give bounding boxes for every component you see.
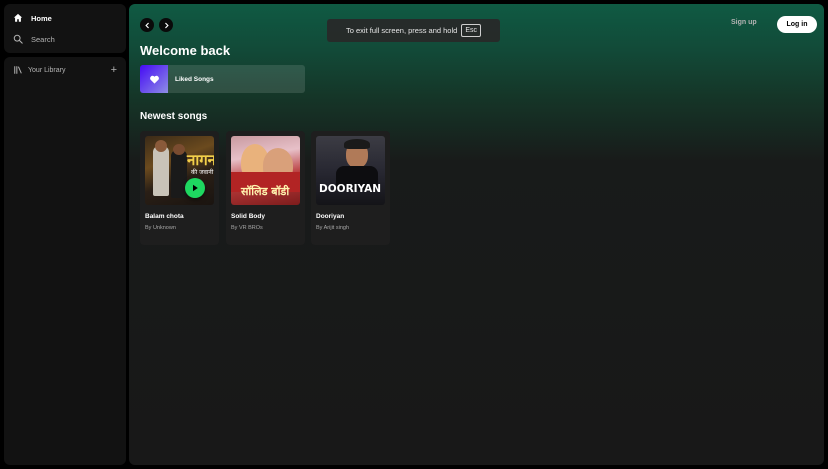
- esc-key: Esc: [461, 24, 481, 37]
- library-icon: [14, 66, 22, 74]
- cover-title-text: DOORIYAN: [319, 183, 382, 195]
- play-icon: [193, 184, 198, 192]
- chevron-left-icon: [144, 22, 149, 28]
- page-title: Welcome back: [140, 43, 231, 58]
- cover-subtitle-text: की जवानी: [191, 169, 214, 176]
- liked-songs-shortcut[interactable]: Liked Songs: [140, 65, 305, 93]
- sidebar-item-label: Search: [31, 34, 55, 44]
- library-label: Your Library: [28, 66, 66, 74]
- section-title: Newest songs: [140, 111, 208, 122]
- sidebar-item-home[interactable]: Home: [13, 10, 52, 26]
- home-icon: [13, 13, 23, 22]
- search-icon: [13, 34, 23, 44]
- library-header[interactable]: Your Library +: [13, 64, 117, 76]
- song-card[interactable]: DOORIYAN Dooriyan By Arijit singh: [311, 131, 390, 245]
- cover-title-text: नागन: [187, 151, 214, 169]
- song-card[interactable]: सॉलिड बॉडी Solid Body By VR BROs: [226, 131, 305, 245]
- liked-songs-label: Liked Songs: [175, 75, 214, 83]
- song-artist: By VR BROs: [231, 225, 263, 231]
- back-button[interactable]: [140, 18, 154, 32]
- main-content: To exit full screen, press and hold Esc …: [129, 4, 824, 465]
- song-card[interactable]: नागन की जवानी Balam chota By Unknown: [140, 131, 219, 245]
- album-cover: सॉलिड बॉडी: [231, 136, 300, 205]
- play-button[interactable]: [185, 178, 205, 198]
- song-title: Balam chota: [145, 213, 184, 220]
- cover-title-text: सॉलिड बॉडी: [241, 185, 290, 198]
- song-artist: By Arijit singh: [316, 225, 350, 231]
- song-title: Dooriyan: [316, 213, 345, 220]
- forward-button[interactable]: [159, 18, 173, 32]
- sidebar-nav: Home Search: [4, 4, 126, 53]
- login-button[interactable]: Log in: [777, 16, 817, 33]
- song-title: Solid Body: [231, 213, 265, 220]
- signup-button[interactable]: Sign up: [731, 19, 757, 31]
- fullscreen-notice: To exit full screen, press and hold Esc: [327, 19, 500, 42]
- sidebar-item-label: Home: [31, 13, 52, 23]
- album-cover: नागन की जवानी: [145, 136, 214, 205]
- plus-icon[interactable]: +: [111, 65, 117, 76]
- song-artist: By Unknown: [145, 225, 176, 231]
- fullscreen-notice-text: To exit full screen, press and hold: [346, 26, 458, 35]
- liked-songs-thumbnail: [140, 65, 168, 93]
- library-panel: Your Library +: [4, 57, 126, 465]
- chevron-right-icon: [164, 22, 169, 28]
- heart-icon: [149, 75, 159, 84]
- album-cover: DOORIYAN: [316, 136, 385, 205]
- sidebar-item-search[interactable]: Search: [13, 31, 55, 47]
